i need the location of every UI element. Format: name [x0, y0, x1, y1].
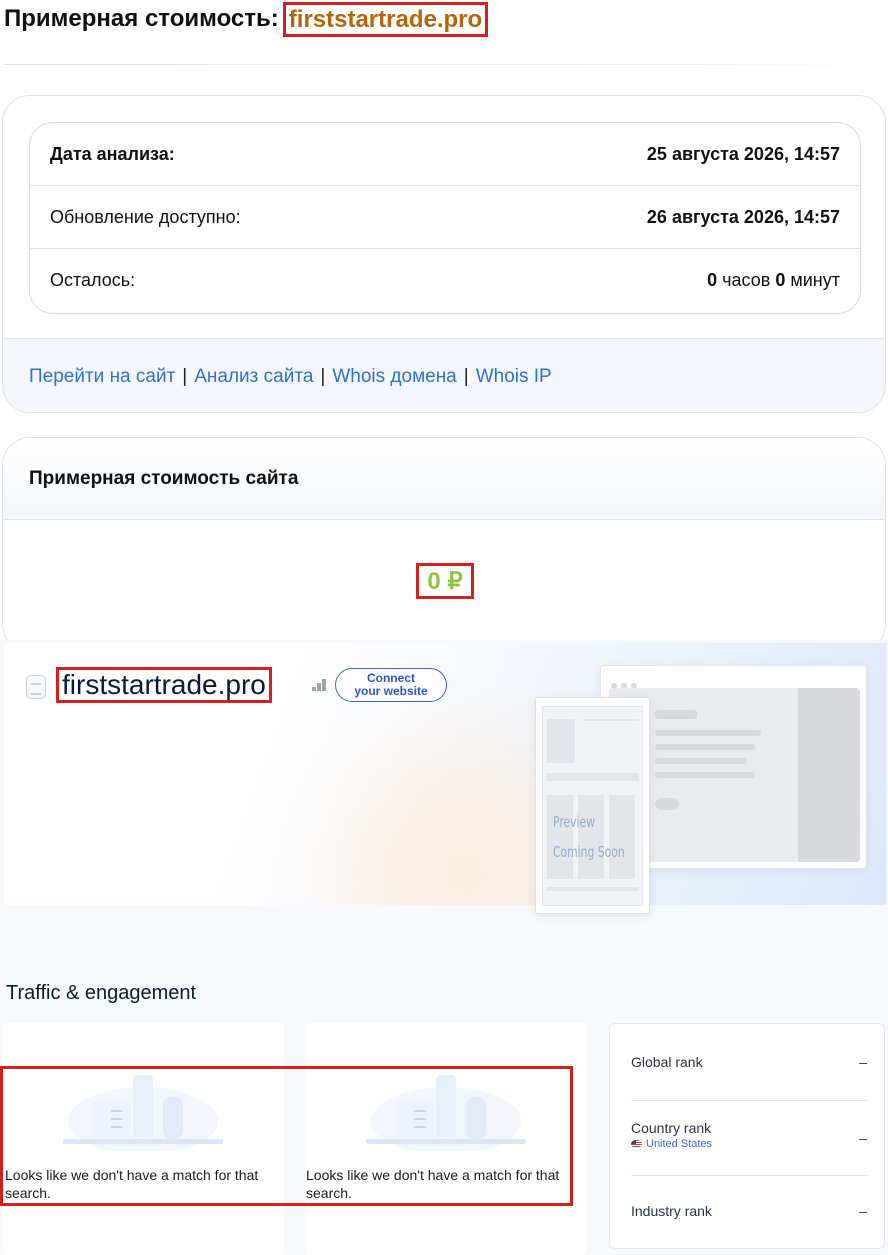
global-rank-row: Global rank – — [631, 1054, 867, 1070]
global-rank-value: – — [859, 1054, 867, 1070]
connect-button-line2: your website — [354, 684, 428, 698]
preview-coming-soon-text: Preview Coming Soon — [553, 813, 625, 861]
country-rank-value: – — [859, 1130, 867, 1146]
traffic-engagement-title: Traffic & engagement — [6, 982, 197, 1004]
country-rank-country: United States — [646, 1138, 713, 1150]
traffic-widget: firststartrade.pro Connect your website — [0, 640, 888, 1255]
remaining-value: 0 часов 0 минут — [707, 270, 840, 291]
valuation-price: 0 ₽ — [416, 563, 474, 599]
update-available-label: Обновление доступно: — [50, 206, 241, 227]
analysis-info-table: Дата анализа: 25 августа 2026, 14:57 Обн… — [29, 122, 861, 314]
empty-state-illustration — [63, 1075, 223, 1151]
title-divider — [4, 64, 880, 65]
traffic-card-visits: Looks like we don't have a match for tha… — [3, 1023, 284, 1255]
hero-domain: firststartrade.pro — [56, 667, 272, 703]
update-available-value: 26 августа 2026, 14:57 — [646, 206, 840, 227]
analysis-date-row: Дата анализа: 25 августа 2026, 14:57 — [30, 123, 860, 186]
rank-divider — [631, 1100, 867, 1101]
global-rank-label: Global rank — [631, 1054, 703, 1070]
link-site-analysis[interactable]: Анализ сайта — [194, 366, 313, 388]
mobile-preview-mockup: Preview Coming Soon — [535, 697, 650, 914]
empty-state-illustration — [366, 1075, 526, 1151]
empty-state-message: Looks like we don't have a match for tha… — [5, 1167, 259, 1201]
rank-card: Global rank – Country rank – United Stat… — [609, 1023, 885, 1249]
remaining-minutes: 0 — [775, 270, 786, 290]
document-icon — [26, 675, 46, 699]
analysis-date-label: Дата анализа: — [50, 143, 175, 164]
rank-divider — [631, 1175, 867, 1176]
link-go-to-site[interactable]: Перейти на сайт — [29, 366, 175, 388]
country-rank-country-link[interactable]: United States — [631, 1138, 712, 1150]
valuation-heading: Примерная стоимость сайта — [3, 438, 885, 520]
traffic-card-engagement: Looks like we don't have a match for tha… — [306, 1023, 587, 1255]
remaining-hours: 0 — [707, 270, 718, 290]
link-whois-domain[interactable]: Whois домена — [332, 366, 456, 388]
analysis-date-value: 25 августа 2026, 14:57 — [646, 143, 840, 164]
analysis-card: Дата анализа: 25 августа 2026, 14:57 Обн… — [2, 95, 886, 413]
industry-rank-label: Industry rank — [631, 1203, 712, 1219]
link-separator: | — [320, 365, 326, 387]
valuation-card: Примерная стоимость сайта 0 ₽ — [2, 437, 886, 652]
site-hero: firststartrade.pro Connect your website — [4, 643, 886, 914]
remaining-hours-unit: часов — [722, 270, 771, 290]
remaining-label: Осталось: — [50, 270, 136, 290]
rank-bars-icon — [312, 679, 328, 691]
page-title-prefix: Примерная стоимость: — [4, 5, 279, 32]
site-links-bar: Перейти на сайт | Анализ сайта | Whois д… — [3, 338, 885, 412]
empty-state-message: Looks like we don't have a match for tha… — [306, 1167, 560, 1201]
remaining-row: Осталось: 0 часов 0 минут — [30, 249, 860, 312]
us-flag-icon — [631, 1140, 642, 1148]
page-title: Примерная стоимость: firststartrade.pro — [4, 1, 489, 37]
link-whois-ip[interactable]: Whois IP — [476, 366, 552, 388]
industry-rank-value: – — [859, 1203, 867, 1219]
page-title-domain: firststartrade.pro — [282, 1, 489, 37]
link-separator: | — [182, 365, 188, 387]
connect-website-button[interactable]: Connect your website — [335, 668, 447, 702]
remaining-minutes-unit: минут — [790, 270, 840, 290]
link-separator: | — [463, 365, 469, 387]
industry-rank-row: Industry rank – — [631, 1203, 867, 1219]
update-available-row: Обновление доступно: 26 августа 2026, 14… — [30, 186, 860, 249]
